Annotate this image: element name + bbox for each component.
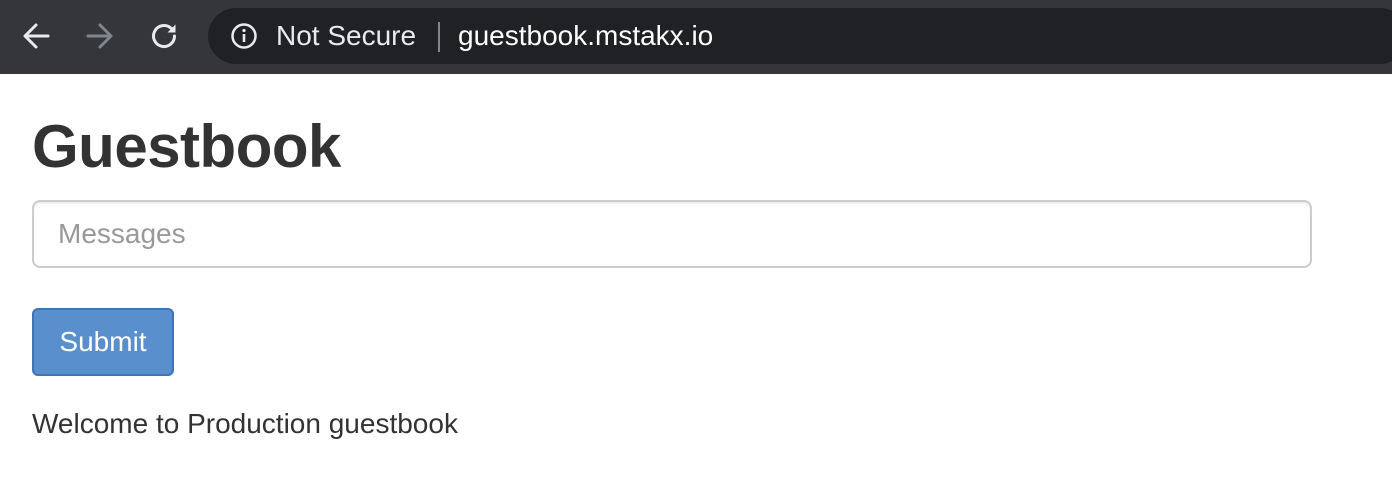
url-text[interactable]: guestbook.mstakx.io	[458, 20, 713, 52]
address-bar[interactable]: Not Secure guestbook.mstakx.io	[208, 8, 1392, 64]
address-bar-divider	[438, 22, 440, 52]
forward-button[interactable]	[78, 14, 122, 58]
arrow-left-icon	[23, 23, 50, 49]
page-title: Guestbook	[32, 113, 341, 180]
message-input[interactable]	[32, 200, 1312, 268]
info-circle-icon[interactable]	[230, 22, 258, 50]
guestbook-entry: Welcome to Production guestbook	[32, 408, 458, 439]
reload-icon	[152, 24, 177, 49]
browser-toolbar: Not Secure guestbook.mstakx.io	[0, 0, 1392, 74]
arrow-right-icon	[86, 23, 113, 49]
submit-button[interactable]: Submit	[32, 308, 174, 376]
back-button[interactable]	[14, 14, 58, 58]
reload-button[interactable]	[142, 14, 186, 58]
security-status-label[interactable]: Not Secure	[276, 20, 416, 52]
